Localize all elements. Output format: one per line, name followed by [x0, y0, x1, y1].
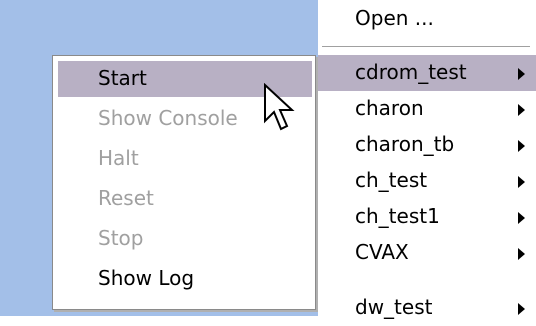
menu-item-label: ch_test1 — [355, 204, 440, 228]
context-item-label: Reset — [98, 186, 154, 210]
menu-separator — [322, 46, 530, 48]
open-menu-item[interactable]: Open ... — [318, 0, 536, 40]
menu-item-label: charon_tb — [355, 132, 455, 156]
menu-item-label: ch_test — [355, 168, 428, 192]
context-item-label: Stop — [98, 226, 144, 250]
submenu-arrow-icon — [518, 104, 525, 116]
open-menu-label: Open ... — [355, 6, 434, 30]
context-item-show-log[interactable]: Show Log — [58, 261, 312, 297]
mouse-pointer-icon — [264, 83, 295, 131]
menu-item-label: CVAX — [355, 240, 409, 264]
context-item-label: Show Log — [98, 266, 195, 290]
menu-item-charon-tb[interactable]: charon_tb — [318, 127, 536, 163]
submenu-arrow-icon — [518, 176, 525, 188]
submenu-arrow-icon — [518, 303, 525, 315]
context-item-reset[interactable]: Reset — [58, 181, 312, 217]
menu-item-label: charon — [355, 96, 424, 120]
menu-item-ch-test1[interactable]: ch_test1 — [318, 199, 536, 235]
menu-item-label: dw_test — [355, 295, 433, 319]
menu-item-dw-test[interactable]: dw_test — [318, 290, 536, 326]
context-item-label: Start — [98, 66, 147, 90]
context-item-stop[interactable]: Stop — [58, 221, 312, 257]
menu-item-cdrom-test[interactable]: cdrom_test — [318, 55, 536, 91]
submenu-arrow-icon — [518, 68, 525, 80]
context-item-label: Halt — [98, 146, 139, 170]
submenu-arrow-icon — [518, 248, 525, 260]
menu-item-charon[interactable]: charon — [318, 91, 536, 127]
context-item-halt[interactable]: Halt — [58, 141, 312, 177]
menu-item-cvax[interactable]: CVAX — [318, 235, 536, 271]
menu-item-ch-test[interactable]: ch_test — [318, 163, 536, 199]
submenu-arrow-icon — [518, 212, 525, 224]
submenu-arrow-icon — [518, 140, 525, 152]
context-item-label: Show Console — [98, 106, 238, 130]
menu-item-label: cdrom_test — [355, 60, 467, 84]
